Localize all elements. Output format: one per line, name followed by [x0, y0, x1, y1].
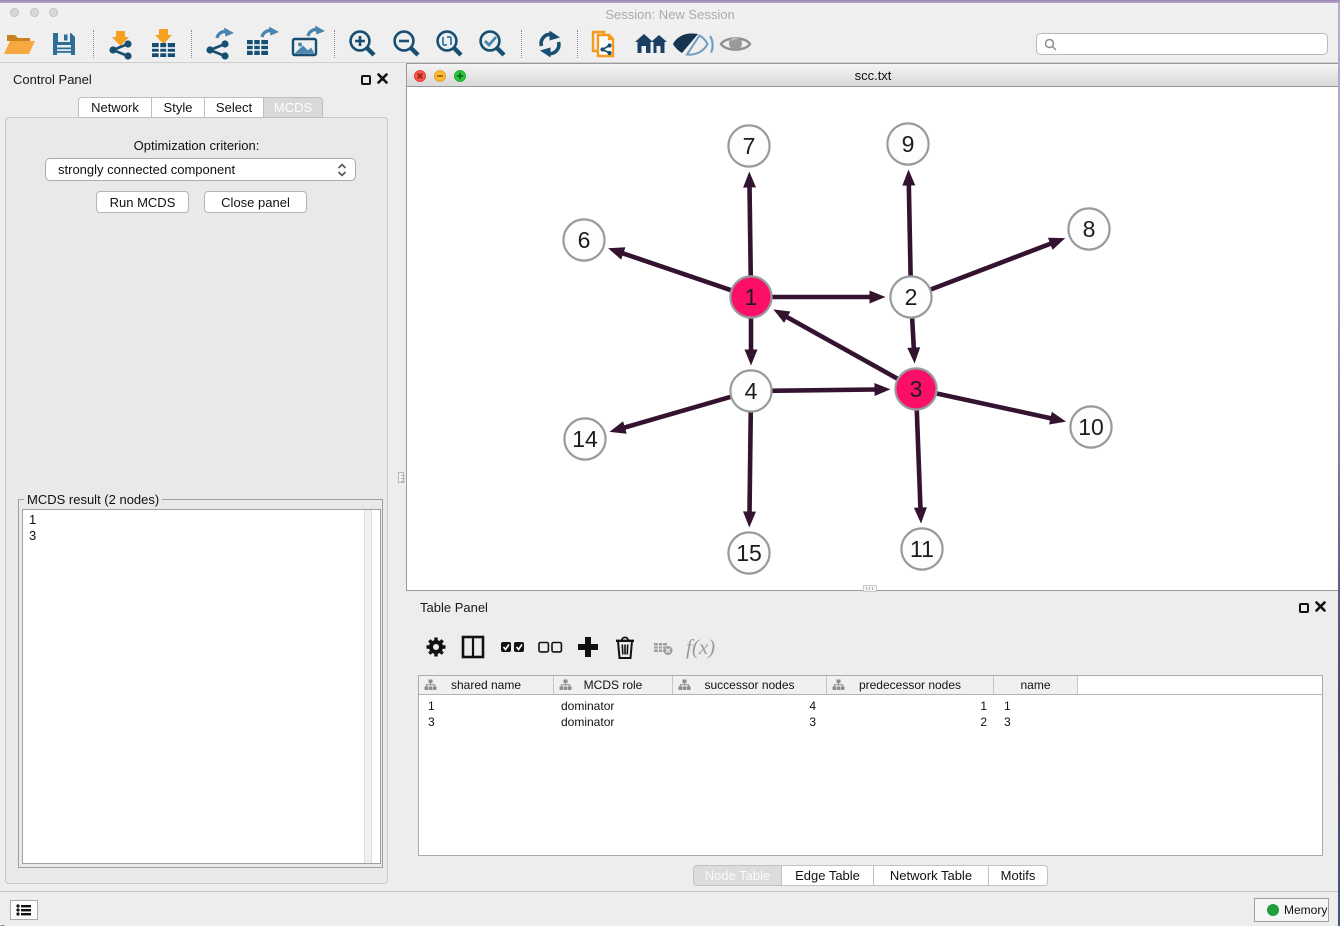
- svg-text:1: 1: [745, 284, 758, 310]
- svg-text:11: 11: [910, 536, 934, 562]
- svg-text:15: 15: [736, 540, 762, 566]
- svg-text:14: 14: [572, 426, 598, 452]
- svg-text:9: 9: [902, 131, 915, 157]
- svg-text:10: 10: [1078, 414, 1104, 440]
- svg-text:7: 7: [743, 133, 756, 159]
- svg-text:3: 3: [910, 376, 923, 402]
- svg-text:6: 6: [578, 227, 591, 253]
- svg-text:f(x): f(x): [686, 635, 715, 659]
- svg-text:2: 2: [905, 284, 918, 310]
- svg-text:8: 8: [1083, 216, 1096, 242]
- svg-text:4: 4: [745, 378, 758, 404]
